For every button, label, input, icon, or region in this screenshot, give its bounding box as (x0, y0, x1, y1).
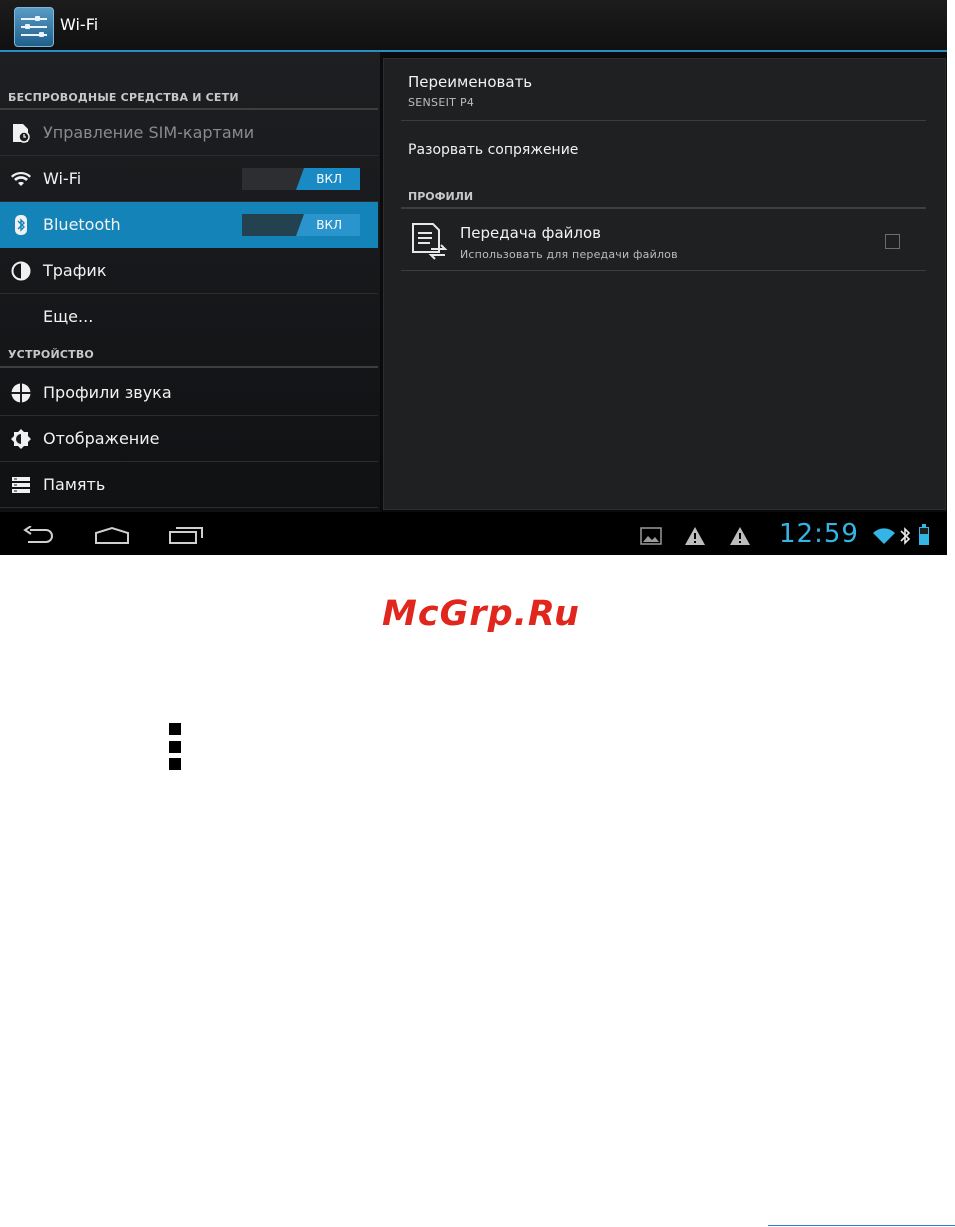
bluetooth-toggle[interactable]: ВКЛ (242, 214, 360, 236)
device-detail-pane: Переименовать SENSEIT P4 Разорвать сопря… (383, 58, 946, 510)
divider (0, 366, 378, 368)
page-title: Wi-Fi (60, 15, 99, 34)
file-transfer-icon (412, 223, 448, 260)
bluetooth-status-icon (900, 527, 911, 545)
profiles-section-header: ПРОФИЛИ (408, 190, 474, 203)
back-icon[interactable] (22, 526, 56, 546)
rename-row[interactable]: Переименовать SENSEIT P4 (384, 59, 945, 119)
section-header-wireless: БЕСПРОВОДНЫЕ СРЕДСТВА И СЕТИ (8, 91, 239, 104)
file-transfer-title: Передача файлов (460, 224, 602, 242)
settings-item-bluetooth[interactable]: Bluetooth ВКЛ (0, 202, 378, 248)
wifi-toggle[interactable]: ВКЛ (242, 168, 360, 190)
unpair-row[interactable]: Разорвать сопряжение (384, 121, 945, 179)
settings-item-label: Wi-Fi (43, 169, 82, 188)
sim-card-icon (13, 124, 30, 143)
bullet-marker (169, 741, 181, 753)
settings-item-label: Bluetooth (43, 215, 121, 234)
file-transfer-row[interactable]: Передача файлов Использовать для передач… (384, 209, 945, 271)
settings-item-label: Управление SIM-картами (43, 123, 255, 142)
status-clock[interactable]: 12:59 (779, 519, 859, 549)
data-usage-icon (11, 261, 31, 281)
settings-item-display[interactable]: Отображение (0, 416, 378, 462)
home-icon[interactable] (94, 526, 130, 544)
footer-rule (768, 1225, 955, 1226)
settings-item-label: Еще... (43, 307, 94, 326)
settings-item-data-usage[interactable]: Трафик (0, 248, 378, 294)
gallery-notification-icon[interactable] (640, 527, 662, 545)
section-header-device: УСТРОЙСТВО (8, 348, 94, 361)
system-bar: 12:59 (0, 512, 947, 555)
file-transfer-subtitle: Использовать для передачи файлов (460, 248, 678, 261)
action-bar: Wi-Fi (0, 0, 947, 52)
settings-item-label: Отображение (43, 429, 160, 448)
warning-notification-icon[interactable] (684, 526, 706, 546)
bullet-marker (169, 723, 181, 735)
battery-icon (919, 524, 929, 545)
unpair-label: Разорвать сопряжение (408, 142, 579, 158)
settings-item-storage[interactable]: Память (0, 462, 378, 508)
toggle-label: ВКЛ (316, 218, 342, 232)
warning-notification-icon[interactable] (729, 526, 751, 546)
recent-apps-icon[interactable] (168, 526, 204, 544)
settings-item-label: Трафик (43, 261, 107, 280)
watermark: McGrp.Ru (382, 594, 580, 634)
settings-item-label: Память (43, 475, 106, 494)
file-transfer-checkbox[interactable] (885, 234, 900, 249)
display-brightness-icon (11, 429, 31, 449)
wifi-signal-icon (873, 528, 895, 544)
sound-profile-icon (11, 383, 31, 403)
settings-sliders-icon[interactable] (14, 7, 54, 47)
tablet-screen: Wi-Fi БЕСПРОВОДНЫЕ СРЕДСТВА И СЕТИ Управ… (0, 0, 947, 555)
settings-list: БЕСПРОВОДНЫЕ СРЕДСТВА И СЕТИ Управление … (0, 52, 380, 512)
settings-item-sound[interactable]: Профили звука (0, 370, 378, 416)
rename-title: Переименовать (408, 73, 533, 91)
settings-item-sim[interactable]: Управление SIM-картами (0, 110, 378, 156)
settings-item-more[interactable]: Еще... (0, 294, 378, 332)
bluetooth-icon (15, 215, 27, 235)
settings-item-label: Профили звука (43, 383, 172, 402)
settings-item-wifi[interactable]: Wi-Fi ВКЛ (0, 156, 378, 202)
divider (401, 270, 926, 271)
wifi-icon (11, 172, 31, 186)
storage-icon (12, 477, 30, 493)
bullet-marker (169, 758, 181, 770)
toggle-label: ВКЛ (316, 172, 342, 186)
device-name: SENSEIT P4 (408, 96, 475, 109)
